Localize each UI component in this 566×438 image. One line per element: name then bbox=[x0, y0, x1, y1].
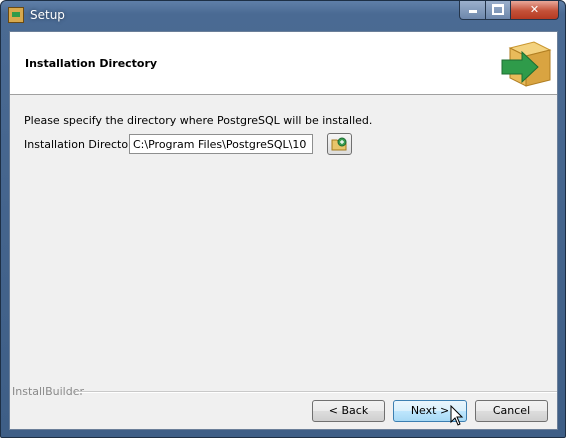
dialog-body: Installation Directory Please specify th… bbox=[9, 31, 558, 430]
cancel-button[interactable]: Cancel bbox=[475, 400, 548, 422]
folder-browse-icon bbox=[331, 137, 347, 151]
window-title: Setup bbox=[30, 8, 65, 22]
maximize-button[interactable] bbox=[485, 1, 511, 20]
installation-directory-input[interactable] bbox=[129, 134, 313, 154]
close-button[interactable]: ✕ bbox=[510, 1, 559, 20]
installbuilder-brand: InstallBuilder bbox=[12, 385, 85, 398]
setup-window: Setup ✕ Installation Directory Please sp… bbox=[0, 0, 566, 438]
minimize-icon bbox=[468, 10, 477, 13]
mouse-cursor-icon bbox=[450, 405, 464, 426]
page-title: Installation Directory bbox=[25, 57, 158, 70]
minimize-button[interactable] bbox=[459, 1, 486, 20]
footer-divider bbox=[76, 391, 557, 393]
installer-box-icon bbox=[8, 7, 24, 23]
installation-directory-label: Installation Directory bbox=[24, 138, 140, 151]
maximize-icon bbox=[492, 4, 504, 15]
close-icon: ✕ bbox=[529, 3, 540, 16]
back-button[interactable]: < Back bbox=[312, 400, 385, 422]
box-arrow-logo bbox=[501, 41, 552, 87]
browse-button[interactable] bbox=[327, 133, 352, 155]
wizard-header: Installation Directory bbox=[10, 32, 557, 95]
description-text: Please specify the directory where Postg… bbox=[24, 114, 373, 127]
